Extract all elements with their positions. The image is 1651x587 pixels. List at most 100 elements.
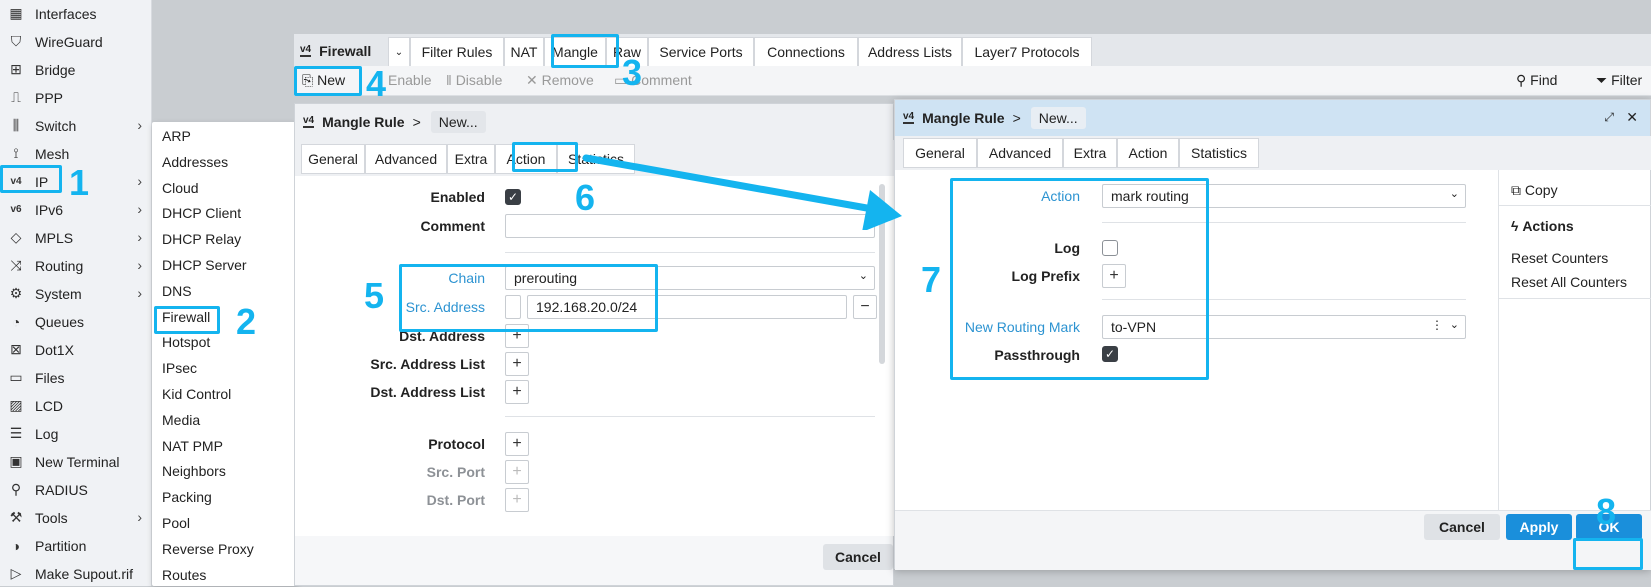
tab-mangle[interactable]: Mangle: [544, 37, 606, 66]
add-log-prefix-button[interactable]: +: [1102, 264, 1126, 288]
left-window-title: Mangle Rule: [322, 114, 405, 130]
chain-select[interactable]: prerouting ⌄: [505, 266, 875, 290]
submenu-item-kid-control[interactable]: Kid Control: [162, 386, 231, 402]
src-address-field[interactable]: 192.168.20.0/24: [527, 295, 847, 319]
find-button[interactable]: ⚲ Find: [1516, 72, 1557, 89]
tab-advanced[interactable]: Advanced: [977, 138, 1063, 168]
submenu-item-dhcp-server[interactable]: DHCP Server: [162, 257, 247, 273]
action-select[interactable]: mark routing ⌄: [1102, 184, 1466, 208]
tab-service-ports[interactable]: Service Ports: [648, 37, 754, 66]
new-routing-mark-select[interactable]: to-VPN ⋮ ⌄: [1102, 315, 1466, 339]
ip-icon: v4: [10, 176, 22, 187]
left-cancel-button[interactable]: Cancel: [823, 544, 893, 570]
side-divider: [1498, 170, 1499, 510]
submenu-item-nat-pmp[interactable]: NAT PMP: [162, 438, 223, 454]
sidebar-item-mpls[interactable]: ◇ MPLS ›: [0, 224, 152, 251]
partition-icon: ◑: [11, 537, 21, 554]
add-dst-address-list-button[interactable]: +: [505, 380, 529, 404]
submenu-item-dns[interactable]: DNS: [162, 283, 192, 299]
comment-label: Comment: [420, 218, 485, 234]
tab-extra[interactable]: Extra: [1063, 138, 1117, 168]
right-window-title: Mangle Rule: [922, 110, 1005, 126]
submenu-item-dhcp-client[interactable]: DHCP Client: [162, 205, 241, 221]
tab-address-lists[interactable]: Address Lists: [858, 37, 962, 66]
breadcrumb-separator: >: [412, 114, 421, 130]
firewall-dropdown-button[interactable]: ⌄: [388, 37, 410, 66]
close-icon[interactable]: ✕: [1626, 109, 1638, 126]
tab-nat[interactable]: NAT: [504, 37, 544, 66]
sidebar-item-dot1x[interactable]: ⊠ Dot1X: [0, 336, 152, 363]
sidebar-item-system[interactable]: ⚙ System ›: [0, 280, 152, 307]
sidebar-item-partition[interactable]: ◑ Partition: [0, 532, 152, 559]
submenu-item-ipsec[interactable]: IPsec: [162, 360, 197, 376]
submenu-item-dhcp-relay[interactable]: DHCP Relay: [162, 231, 241, 247]
sidebar-item-routing[interactable]: ⤨ Routing ›: [0, 252, 152, 279]
interfaces-icon: ▦: [9, 5, 23, 21]
reset-counters-button[interactable]: Reset Counters: [1511, 250, 1608, 266]
sidebar-item-files[interactable]: ▭ Files: [0, 364, 152, 391]
sidebar-item-log[interactable]: ☰ Log: [0, 420, 152, 447]
sidebar-item-tools[interactable]: ⚒ Tools ›: [0, 504, 152, 531]
tab-connections[interactable]: Connections: [754, 37, 858, 66]
sidebar-item-wireguard[interactable]: ⛉ WireGuard: [0, 28, 152, 55]
filter-button[interactable]: ⏷ Filter: [1596, 72, 1642, 89]
tab-general[interactable]: General: [301, 144, 365, 174]
sidebar-item-switch[interactable]: ⫼ Switch ›: [0, 112, 152, 139]
submenu-item-media[interactable]: Media: [162, 412, 200, 428]
remove-button[interactable]: ✕ Remove: [526, 72, 594, 89]
src-address-negate-toggle[interactable]: [505, 295, 521, 319]
log-prefix-label: Log Prefix: [1011, 268, 1080, 284]
src-address-list-label: Src. Address List: [370, 356, 485, 372]
plus-icon: +: [512, 355, 522, 372]
sidebar-item-interfaces[interactable]: ▦ Interfaces: [0, 0, 152, 27]
submenu-item-hotspot[interactable]: Hotspot: [162, 334, 210, 350]
tab-action[interactable]: Action: [495, 144, 557, 174]
sidebar-item-radius[interactable]: ⚲ RADIUS: [0, 476, 152, 503]
submenu-item-neighbors[interactable]: Neighbors: [162, 463, 226, 479]
tab-statistics[interactable]: Statistics: [1179, 138, 1259, 168]
tab-action[interactable]: Action: [1117, 138, 1179, 168]
sidebar-item-queues[interactable]: ◔ Queues: [0, 308, 152, 335]
apply-button[interactable]: Apply: [1506, 514, 1572, 540]
add-protocol-button[interactable]: +: [505, 432, 529, 456]
passthrough-checkbox[interactable]: ✓: [1102, 346, 1118, 362]
src-address-label: Src. Address: [405, 299, 485, 315]
submenu-item-firewall[interactable]: Firewall: [162, 309, 210, 325]
enable-button[interactable]: Enable: [388, 72, 432, 88]
tab-filter-rules[interactable]: Filter Rules: [410, 37, 504, 66]
sidebar-item-lcd[interactable]: ▨ LCD: [0, 392, 152, 419]
copy-button[interactable]: ⧉ Copy: [1511, 182, 1558, 199]
submenu-item-pool[interactable]: Pool: [162, 515, 190, 531]
sidebar-item-label: Mesh: [35, 145, 70, 162]
submenu-item-arp[interactable]: ARP: [162, 128, 191, 144]
submenu-item-routes[interactable]: Routes: [162, 567, 206, 583]
tab-general[interactable]: General: [903, 138, 977, 168]
sidebar-item-make-supout-rif[interactable]: ▷ Make Supout.rif: [0, 560, 152, 587]
tab-layer7-protocols[interactable]: Layer7 Protocols: [962, 37, 1092, 66]
radius-icon: ⚲: [10, 481, 22, 497]
sidebar-item-label: Bridge: [35, 61, 76, 78]
tab-advanced[interactable]: Advanced: [365, 144, 447, 174]
add-dst-address-button[interactable]: +: [505, 324, 529, 348]
submenu-item-reverse-proxy[interactable]: Reverse Proxy: [162, 541, 254, 557]
submenu-item-packing[interactable]: Packing: [162, 489, 212, 505]
remove-src-address-button[interactable]: −: [853, 295, 877, 319]
reset-all-counters-button[interactable]: Reset All Counters: [1511, 274, 1627, 290]
disable-button[interactable]: ‖ Disable: [446, 72, 502, 88]
dst-port-label: Dst. Port: [426, 492, 485, 508]
new-icon: ⎘: [302, 72, 314, 88]
log-checkbox[interactable]: [1102, 240, 1118, 256]
add-src-address-list-button[interactable]: +: [505, 352, 529, 376]
submenu-item-cloud[interactable]: Cloud: [162, 180, 199, 196]
expand-icon[interactable]: ⤢: [1604, 110, 1614, 125]
new-button[interactable]: ⎘ New: [302, 72, 345, 89]
sidebar-item-new-terminal[interactable]: ▣ New Terminal: [0, 448, 152, 475]
cancel-button[interactable]: Cancel: [1424, 514, 1500, 540]
submenu-item-addresses[interactable]: Addresses: [162, 154, 228, 170]
sidebar-item-label: Switch: [35, 117, 77, 134]
arrow-line: [582, 154, 882, 214]
sidebar-item-ppp[interactable]: ⎍ PPP: [0, 84, 152, 111]
enabled-checkbox[interactable]: ✓: [505, 189, 521, 205]
sidebar-item-bridge[interactable]: ⊞ Bridge: [0, 56, 152, 83]
tab-extra[interactable]: Extra: [447, 144, 495, 174]
